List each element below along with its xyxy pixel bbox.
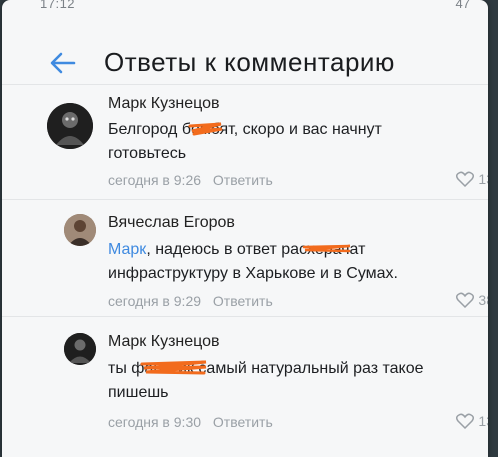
comment-author[interactable]: Марк Кузнецов [108,95,220,113]
reply-button[interactable]: Ответить [213,414,273,430]
comments-screen: 17:12 47 Ответы к комментарию Марк Кузне… [2,0,488,457]
like-button[interactable]: 13 [456,171,488,187]
heart-icon [456,413,475,429]
redaction-scribble [188,122,223,136]
reply-to-link[interactable]: Марк [108,241,146,258]
header: Ответы к комментарию [2,14,488,84]
avatar[interactable] [47,103,93,149]
comment-text-line: готовьтесь [108,145,187,162]
comment-text-line: инфраструктуру в Харькове и в Сумах. [108,265,398,282]
redaction-scribble [302,244,351,253]
comment-text-line: Белгород бомбят, скоро и вас начнут [108,121,382,138]
heart-icon [456,292,475,308]
redaction-scribble [140,360,207,375]
comment-time: сегодня в 9:30 [108,414,202,430]
comment-time: сегодня в 9:29 [108,293,202,309]
status-bar: 17:12 47 [2,0,488,14]
battery-level: 47 [455,0,470,11]
reply-button[interactable]: Ответить [213,293,273,309]
comment-text-line: пишешь [108,384,169,401]
comment-time: сегодня в 9:26 [108,172,202,188]
comment-meta: сегодня в 9:30 Ответить [108,414,273,430]
like-count: 13 [478,171,488,187]
comment-item: Марк Кузнецов ты фанатик самый натуральн… [2,317,488,437]
reply-button[interactable]: Ответить [213,172,273,188]
comment-author[interactable]: Вячеслав Егоров [108,214,235,232]
back-arrow-icon[interactable] [50,52,76,74]
page-title: Ответы к комментарию [104,47,395,77]
status-time: 17:12 [40,0,76,11]
like-count: 38 [478,292,488,308]
comment-author[interactable]: Марк Кузнецов [108,333,220,351]
like-button[interactable]: 13 [456,413,488,429]
comment-item: Вячеслав Егоров Марк, надеюсь в ответ ра… [2,200,488,316]
like-count: 13 [478,413,488,429]
like-button[interactable]: 38 [456,292,488,308]
avatar[interactable] [64,214,96,246]
comment-item: Марк Кузнецов Белгород бомбят, скоро и в… [2,85,488,199]
avatar[interactable] [64,333,96,365]
heart-icon [456,171,475,187]
comment-meta: сегодня в 9:26 Ответить [108,172,273,188]
comment-meta: сегодня в 9:29 Ответить [108,293,273,309]
